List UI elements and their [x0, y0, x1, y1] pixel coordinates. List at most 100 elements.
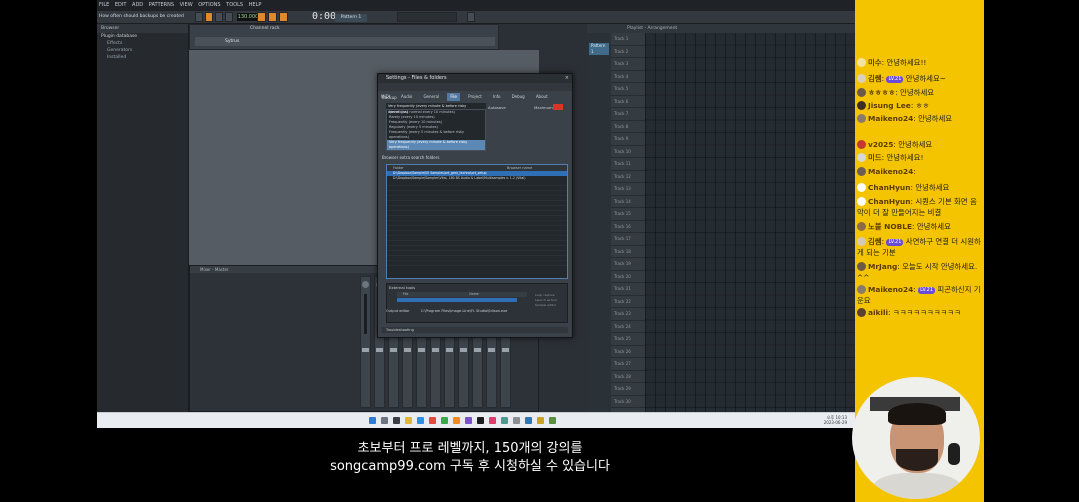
track-header[interactable]: Track 4 [611, 71, 645, 83]
volume-fader[interactable] [404, 348, 411, 352]
tab-audio[interactable]: Audio [398, 93, 415, 101]
task-view-icon[interactable] [393, 417, 400, 424]
play-button[interactable] [205, 12, 213, 22]
volume-fader[interactable] [418, 348, 425, 352]
backup-option[interactable]: Frequently (every 5 minutes & before ris… [387, 130, 485, 140]
tab-about[interactable]: About [533, 93, 551, 101]
troubleshooting-section[interactable]: Troubleshooting [382, 327, 568, 333]
output-editor-path[interactable]: C:\Program Files\Image-Line\FL Studio\Ed… [421, 309, 508, 313]
track-header[interactable]: Track 22 [611, 296, 645, 308]
track-header[interactable]: Track 14 [611, 196, 645, 208]
volume-fader[interactable] [446, 348, 453, 352]
record-button[interactable] [225, 12, 233, 22]
backup-option-selected[interactable]: Very frequently (every minute & before r… [387, 140, 485, 150]
track-header[interactable]: Track 9 [611, 133, 645, 146]
app-icon[interactable] [513, 417, 520, 424]
autosave-value[interactable]: Maximum [534, 105, 553, 110]
menu-add[interactable]: ADD [130, 0, 145, 11]
track-header[interactable]: Track 29 [611, 383, 645, 396]
metronome-button[interactable] [268, 12, 277, 22]
browser-item-plugin-database[interactable]: Plugin database [97, 33, 188, 40]
track-header[interactable]: Track 8 [611, 121, 645, 133]
app-icon[interactable] [549, 417, 556, 424]
stop-button[interactable] [215, 12, 223, 22]
track-header[interactable]: Track 28 [611, 371, 645, 383]
track-header[interactable]: Track 21 [611, 283, 645, 296]
fl-studio-icon[interactable] [453, 417, 460, 424]
app-icon[interactable] [441, 417, 448, 424]
track-header[interactable]: Track 18 [611, 246, 645, 258]
menu-tools[interactable]: TOOLS [224, 0, 245, 11]
playlist-grid[interactable] [645, 33, 855, 412]
channel-name[interactable]: Sytrus [225, 37, 239, 46]
volume-fader[interactable] [390, 348, 397, 352]
volume-fader[interactable] [488, 348, 495, 352]
tab-project[interactable]: Project [465, 93, 485, 101]
system-clock[interactable]: 오후 10:13 2023-06-29 [824, 415, 847, 425]
menu-options[interactable]: OPTIONS [196, 0, 222, 11]
menu-patterns[interactable]: PATTERNS [147, 0, 176, 11]
track-header[interactable]: Track 26 [611, 346, 645, 358]
track-header[interactable]: Track 25 [611, 333, 645, 346]
menu-view[interactable]: VIEW [178, 0, 195, 11]
app-icon[interactable] [537, 417, 544, 424]
menu-edit[interactable]: EDIT [113, 0, 129, 11]
app-icon[interactable] [465, 417, 472, 424]
pan-knob[interactable] [362, 281, 369, 288]
track-header[interactable]: Track 30 [611, 396, 645, 408]
browser-item-installed[interactable]: Installed [97, 54, 188, 61]
track-header[interactable]: Track 3 [611, 58, 645, 71]
volume-fader[interactable] [474, 348, 481, 352]
track-header[interactable]: Track 23 [611, 308, 645, 321]
app-icon[interactable] [525, 417, 532, 424]
volume-fader[interactable] [376, 348, 383, 352]
volume-fader[interactable] [432, 348, 439, 352]
tab-file[interactable]: File [447, 93, 461, 101]
track-header[interactable]: Track 15 [611, 208, 645, 221]
app-icon[interactable] [489, 417, 496, 424]
track-header[interactable]: Track 17 [611, 233, 645, 246]
edge-icon[interactable] [417, 417, 424, 424]
obs-icon[interactable] [477, 417, 484, 424]
browser-name-column-header[interactable]: Browser name [507, 165, 532, 171]
online-news-button[interactable] [467, 12, 475, 22]
option-sample-editor[interactable]: Sample editor [535, 303, 557, 308]
volume-fader[interactable] [362, 348, 369, 352]
tab-info[interactable]: Info [490, 93, 504, 101]
start-icon[interactable] [369, 417, 376, 424]
tab-debug[interactable]: Debug [509, 93, 528, 101]
pattern-item[interactable]: Pattern 1 [589, 43, 609, 55]
browser-item-effects[interactable]: Effects [97, 40, 188, 47]
folder-row-empty[interactable] [387, 261, 567, 266]
track-header[interactable]: Track 10 [611, 146, 645, 158]
volume-fader[interactable] [502, 348, 509, 352]
pattern-selector[interactable]: Pattern 1 [335, 14, 367, 22]
snap-button[interactable] [257, 12, 266, 22]
backup-select[interactable]: Very frequently (every minute & before r… [386, 103, 486, 114]
menu-help[interactable]: HELP [247, 0, 264, 11]
pattern-mode-button[interactable] [195, 12, 203, 22]
browser-item-generators[interactable]: Generators [97, 47, 188, 54]
close-icon[interactable]: × [565, 75, 569, 81]
track-header[interactable]: Track 11 [611, 158, 645, 171]
tempo-display[interactable]: 130.000 [237, 13, 259, 21]
external-tool-row[interactable] [397, 298, 517, 302]
channel-row[interactable]: Sytrus [195, 37, 495, 46]
track-header[interactable]: Track 12 [611, 171, 645, 183]
track-header[interactable]: Track 5 [611, 83, 645, 96]
track-header[interactable]: Track 16 [611, 221, 645, 233]
track-header[interactable]: Track 6 [611, 96, 645, 108]
volume-fader[interactable] [460, 348, 467, 352]
track-header[interactable]: Track 13 [611, 183, 645, 196]
app-icon[interactable] [429, 417, 436, 424]
search-icon[interactable] [381, 417, 388, 424]
menu-file[interactable]: FILE [97, 0, 111, 11]
track-header[interactable]: Track 27 [611, 358, 645, 371]
app-icon[interactable] [501, 417, 508, 424]
track-header[interactable]: Track 20 [611, 271, 645, 283]
track-header[interactable]: Track 24 [611, 321, 645, 333]
track-header[interactable]: Track 2 [611, 46, 645, 58]
track-header[interactable]: Track 7 [611, 108, 645, 121]
track-header[interactable]: Track 1 [611, 33, 645, 46]
countdown-button[interactable] [279, 12, 288, 22]
